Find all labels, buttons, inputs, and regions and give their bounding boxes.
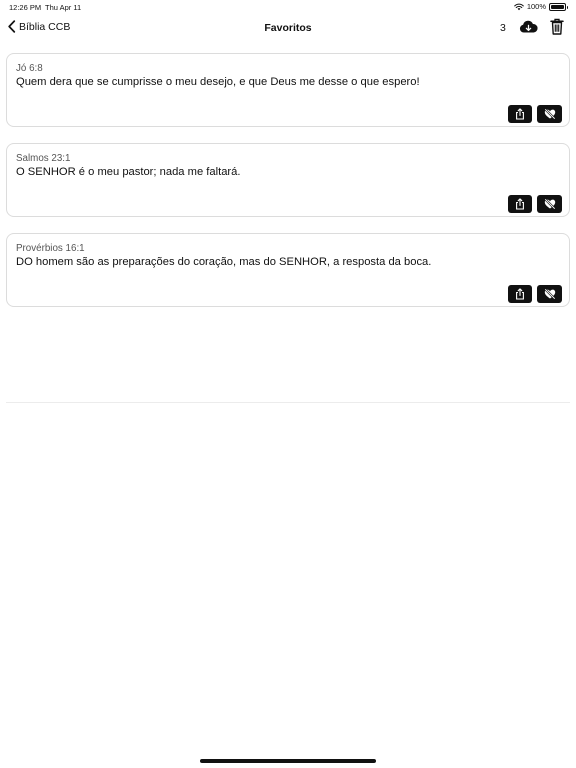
verse-reference: Jó 6:8 xyxy=(16,63,43,74)
heart-slash-icon xyxy=(543,108,556,120)
favorite-card: Provérbios 16:1 DO homem são as preparaç… xyxy=(6,233,570,307)
verse-text: O SENHOR é o meu pastor; nada me faltará… xyxy=(16,166,241,178)
navigation-bar: Bíblia CCB Favoritos 3 xyxy=(0,14,576,44)
unfavorite-button[interactable] xyxy=(537,105,562,123)
cloud-download-icon[interactable] xyxy=(519,19,538,35)
favorite-card: Salmos 23:1 O SENHOR é o meu pastor; nad… xyxy=(6,143,570,217)
favorite-card: Jó 6:8 Quem dera que se cumprisse o meu … xyxy=(6,53,570,127)
status-time: 12:26 PM xyxy=(9,3,42,12)
heart-slash-icon xyxy=(543,198,556,210)
status-bar: 12:26 PM Thu Apr 11 100% xyxy=(0,0,576,14)
battery-percent: 100% xyxy=(526,2,546,11)
unfavorite-button[interactable] xyxy=(537,195,562,213)
share-button[interactable] xyxy=(508,195,532,213)
home-indicator[interactable] xyxy=(200,759,376,763)
share-icon xyxy=(516,108,524,120)
list-divider xyxy=(6,402,570,403)
share-button[interactable] xyxy=(508,285,532,303)
verse-text: DO homem são as preparações do coração, … xyxy=(16,256,432,268)
status-date: Thu Apr 11 xyxy=(45,3,82,12)
share-icon xyxy=(516,288,524,300)
share-button[interactable] xyxy=(508,105,532,123)
wifi-icon xyxy=(514,3,524,10)
share-icon xyxy=(516,198,524,210)
favorites-count: 3 xyxy=(500,22,506,34)
verse-text: Quem dera que se cumprisse o meu desejo,… xyxy=(16,76,420,88)
trash-icon[interactable] xyxy=(550,18,564,35)
status-right: 100% xyxy=(514,2,568,11)
page-title: Favoritos xyxy=(264,22,312,34)
heart-slash-icon xyxy=(543,288,556,300)
verse-reference: Salmos 23:1 xyxy=(16,153,71,164)
unfavorite-button[interactable] xyxy=(537,285,562,303)
battery-icon xyxy=(549,2,568,11)
verse-reference: Provérbios 16:1 xyxy=(16,243,85,254)
favorites-list: Jó 6:8 Quem dera que se cumprisse o meu … xyxy=(6,53,570,323)
